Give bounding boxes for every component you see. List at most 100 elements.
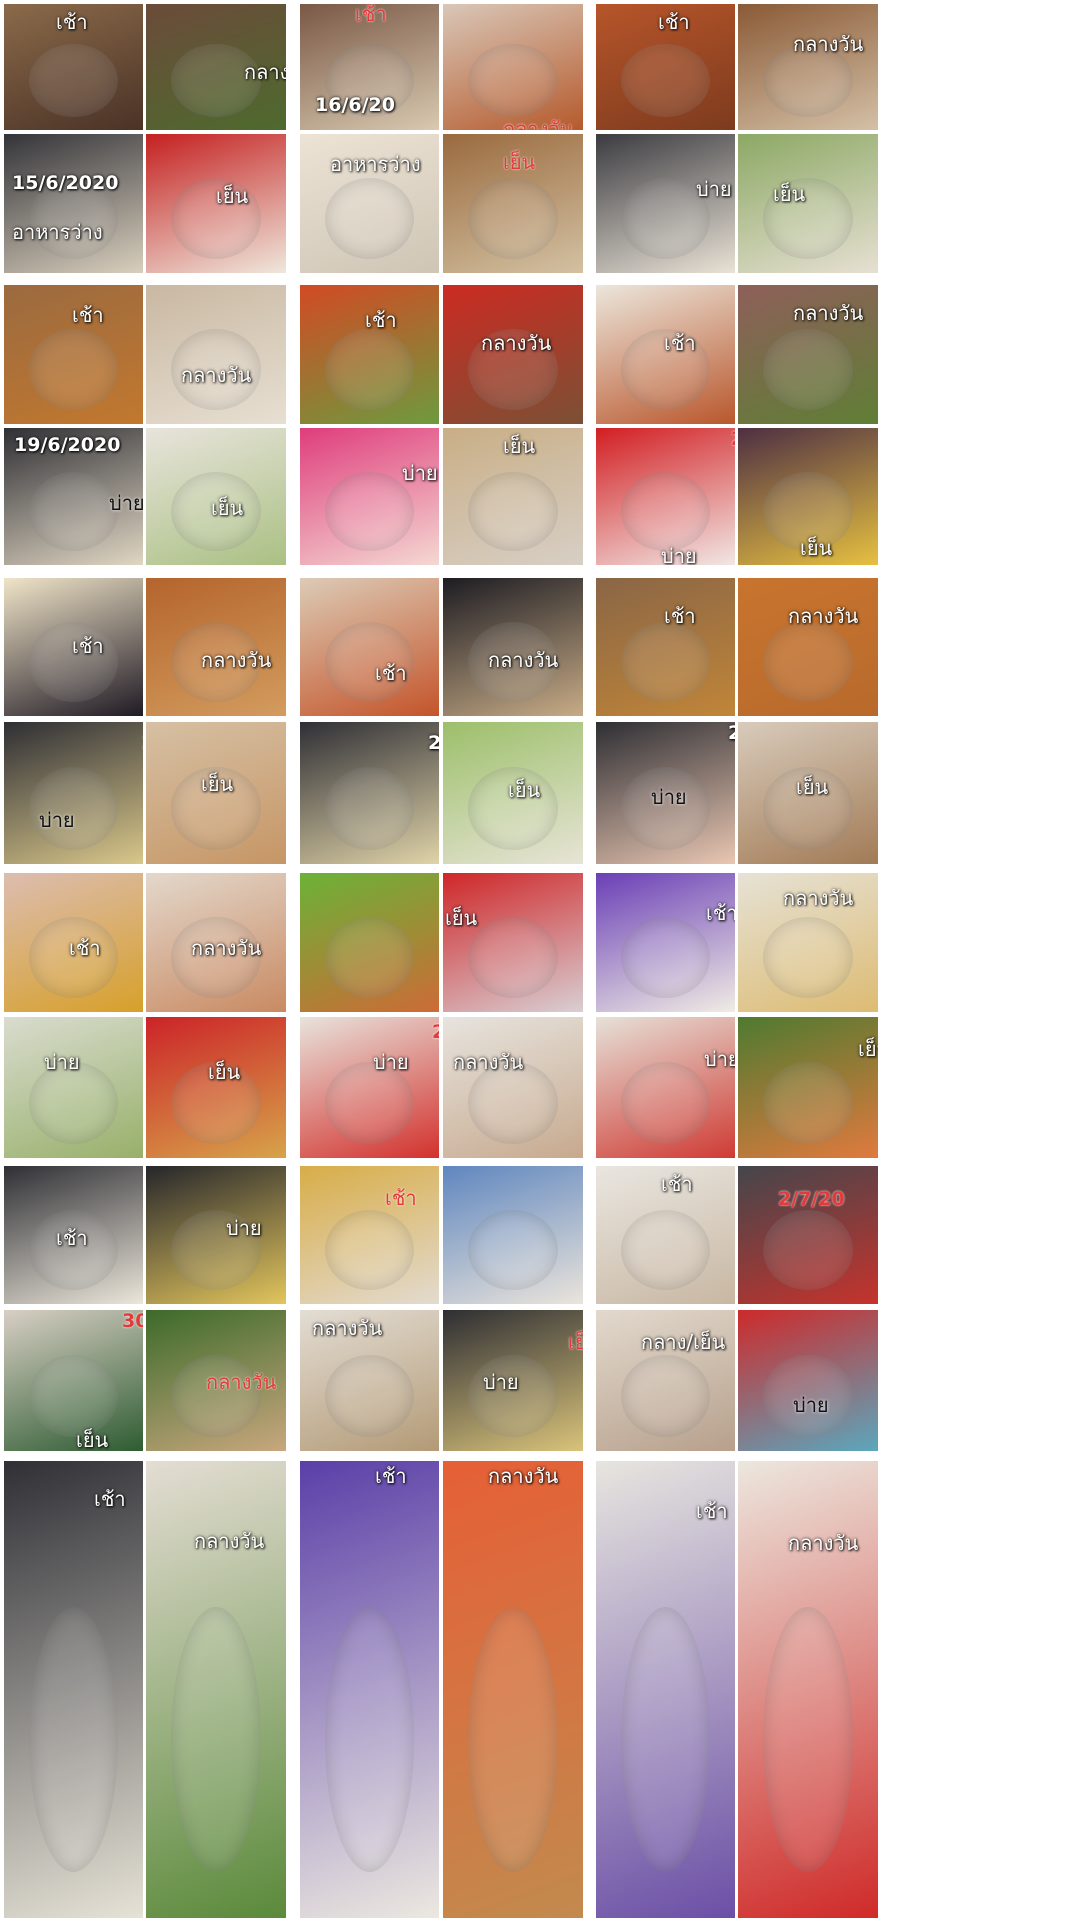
plate-shape — [325, 917, 414, 999]
meal-label: กลางวัน — [788, 1531, 859, 1555]
meal-label: กลางวัน — [788, 604, 859, 628]
date-label: 24/6/20 — [728, 722, 735, 744]
food-photo-52: 1/7/20 — [443, 1166, 583, 1304]
meal-label: เย็น — [201, 772, 234, 796]
meal-label: เย็น — [508, 778, 541, 802]
food-photo-15: เช้า — [300, 285, 439, 424]
food-photo-59: กลาง/เย็น — [596, 1310, 735, 1451]
meal-label: บ่าย — [793, 1393, 829, 1417]
meal-label: บ่าย — [651, 785, 687, 809]
food-photo-50: บ่าย — [146, 1166, 286, 1304]
food-diary-photo-collage: เช้ากลางวันเช้า16/6/20กลางวันเช้ากลางวัน… — [0, 0, 1080, 1918]
meal-label: กลาง/เย็น — [641, 1330, 726, 1354]
meal-label: เช้า — [661, 1172, 693, 1196]
food-photo-6: กลางวัน17/6/20 — [738, 4, 878, 130]
meal-label: กลางวัน — [453, 1050, 524, 1074]
plate-shape — [621, 1607, 710, 1873]
food-photo-32: เย็น — [146, 722, 286, 864]
food-photo-40: เย็น — [443, 873, 583, 1012]
meal-label: กลางวัน — [206, 1370, 277, 1394]
meal-label: บ่าย — [226, 1216, 262, 1240]
plate-shape — [325, 471, 414, 552]
plate-shape — [468, 1607, 558, 1873]
date-label: 26/6/20 — [142, 1021, 143, 1040]
food-photo-35: 24/6/20 บ่าย — [596, 722, 735, 864]
plate-shape — [171, 1607, 261, 1873]
food-photo-66: กลางวัน — [738, 1461, 878, 1918]
food-photo-3: เช้า 16/6/20 — [300, 4, 439, 130]
meal-label: เช้า — [658, 10, 690, 34]
meal-label: เย็น — [503, 434, 536, 458]
food-photo-39 — [300, 873, 439, 1012]
plate-shape — [29, 1210, 118, 1291]
plate-shape — [621, 1210, 710, 1291]
food-photo-25: เช้า — [4, 578, 143, 716]
food-photo-47: 29/6/20บ่าย — [596, 1017, 735, 1158]
plate-shape — [468, 1355, 558, 1437]
plate-shape — [621, 622, 710, 703]
meal-label: กลางวัน — [793, 301, 864, 325]
food-photo-19: 19/6/2020 บ่าย — [4, 428, 143, 565]
date-label: 27/6/20 — [432, 1021, 439, 1043]
food-photo-44: เย็น — [146, 1017, 286, 1158]
food-photo-53: เช้า — [596, 1166, 735, 1304]
plate-shape — [29, 329, 118, 411]
food-photo-12: เย็น — [738, 134, 878, 273]
plate-shape — [621, 44, 710, 118]
meal-label: เย็น — [773, 182, 806, 206]
meal-label: กลางวัน — [488, 1464, 559, 1488]
meal-label: เช้า — [664, 331, 696, 355]
food-photo-7: 15/6/2020 อาหารว่าง — [4, 134, 143, 273]
plate-shape — [763, 1210, 853, 1291]
food-photo-23: 21/6/20 บ่าย — [596, 428, 735, 565]
meal-label: เช้า — [69, 936, 101, 960]
food-photo-20: เย็น — [146, 428, 286, 565]
date-label: 19/6/2020 — [14, 434, 121, 456]
food-photo-54: 2/7/20 — [738, 1166, 878, 1304]
food-photo-60: บ่าย — [738, 1310, 878, 1451]
plate-shape — [468, 917, 558, 999]
meal-label: เช้า — [664, 604, 696, 628]
meal-label: บ่าย — [696, 177, 732, 201]
meal-label: กลางวัน — [244, 60, 286, 84]
meal-label: กลางวัน — [201, 648, 272, 672]
plate-shape — [763, 329, 853, 411]
food-photo-14: กลางวัน — [146, 285, 286, 424]
food-photo-33: 23/6/20 — [300, 722, 439, 864]
food-photo-17: เช้า — [596, 285, 735, 424]
food-photo-43: 26/6/20 บ่าย — [4, 1017, 143, 1158]
meal-label: บ่าย — [483, 1370, 519, 1394]
meal-label: กลางวัน — [481, 331, 552, 355]
plate-shape — [29, 44, 118, 118]
food-photo-26: กลางวัน — [146, 578, 286, 716]
food-photo-64: กลางวัน — [443, 1461, 583, 1918]
plate-shape — [468, 471, 558, 552]
food-photo-2: กลางวัน — [146, 4, 286, 130]
meal-label: กลางวัน — [503, 117, 574, 130]
meal-label: กลางวัน — [312, 1316, 383, 1340]
plate-shape — [325, 178, 414, 260]
meal-label: บ่าย — [39, 808, 75, 832]
plate-shape — [325, 767, 414, 850]
meal-label: กลางวัน — [783, 886, 854, 910]
food-photo-49: เช้า — [4, 1166, 143, 1304]
food-photo-10: เย็น — [443, 134, 583, 273]
plate-shape — [325, 1607, 414, 1873]
date-label: 2/7/20 — [778, 1188, 845, 1210]
meal-label: เย็น — [208, 1060, 241, 1084]
meal-label: อาหารว่าง — [12, 220, 103, 244]
food-photo-62: กลางวัน — [146, 1461, 286, 1918]
food-photo-51: เช้า — [300, 1166, 439, 1304]
meal-label: เช้า — [56, 1226, 88, 1250]
meal-label: เย็น — [76, 1428, 109, 1451]
meal-label: เย็น — [858, 1037, 878, 1061]
meal-label: เช้า — [365, 308, 397, 332]
meal-label: เย็น — [800, 536, 833, 560]
meal-label: บ่าย — [402, 461, 438, 485]
date-label: 22/6/20 — [142, 734, 143, 753]
food-photo-36: เย็น — [738, 722, 878, 864]
plate-shape — [763, 917, 853, 999]
plate-shape — [468, 1062, 558, 1144]
meal-label: เช้า — [94, 1487, 126, 1511]
food-photo-24: เย็น — [738, 428, 878, 565]
